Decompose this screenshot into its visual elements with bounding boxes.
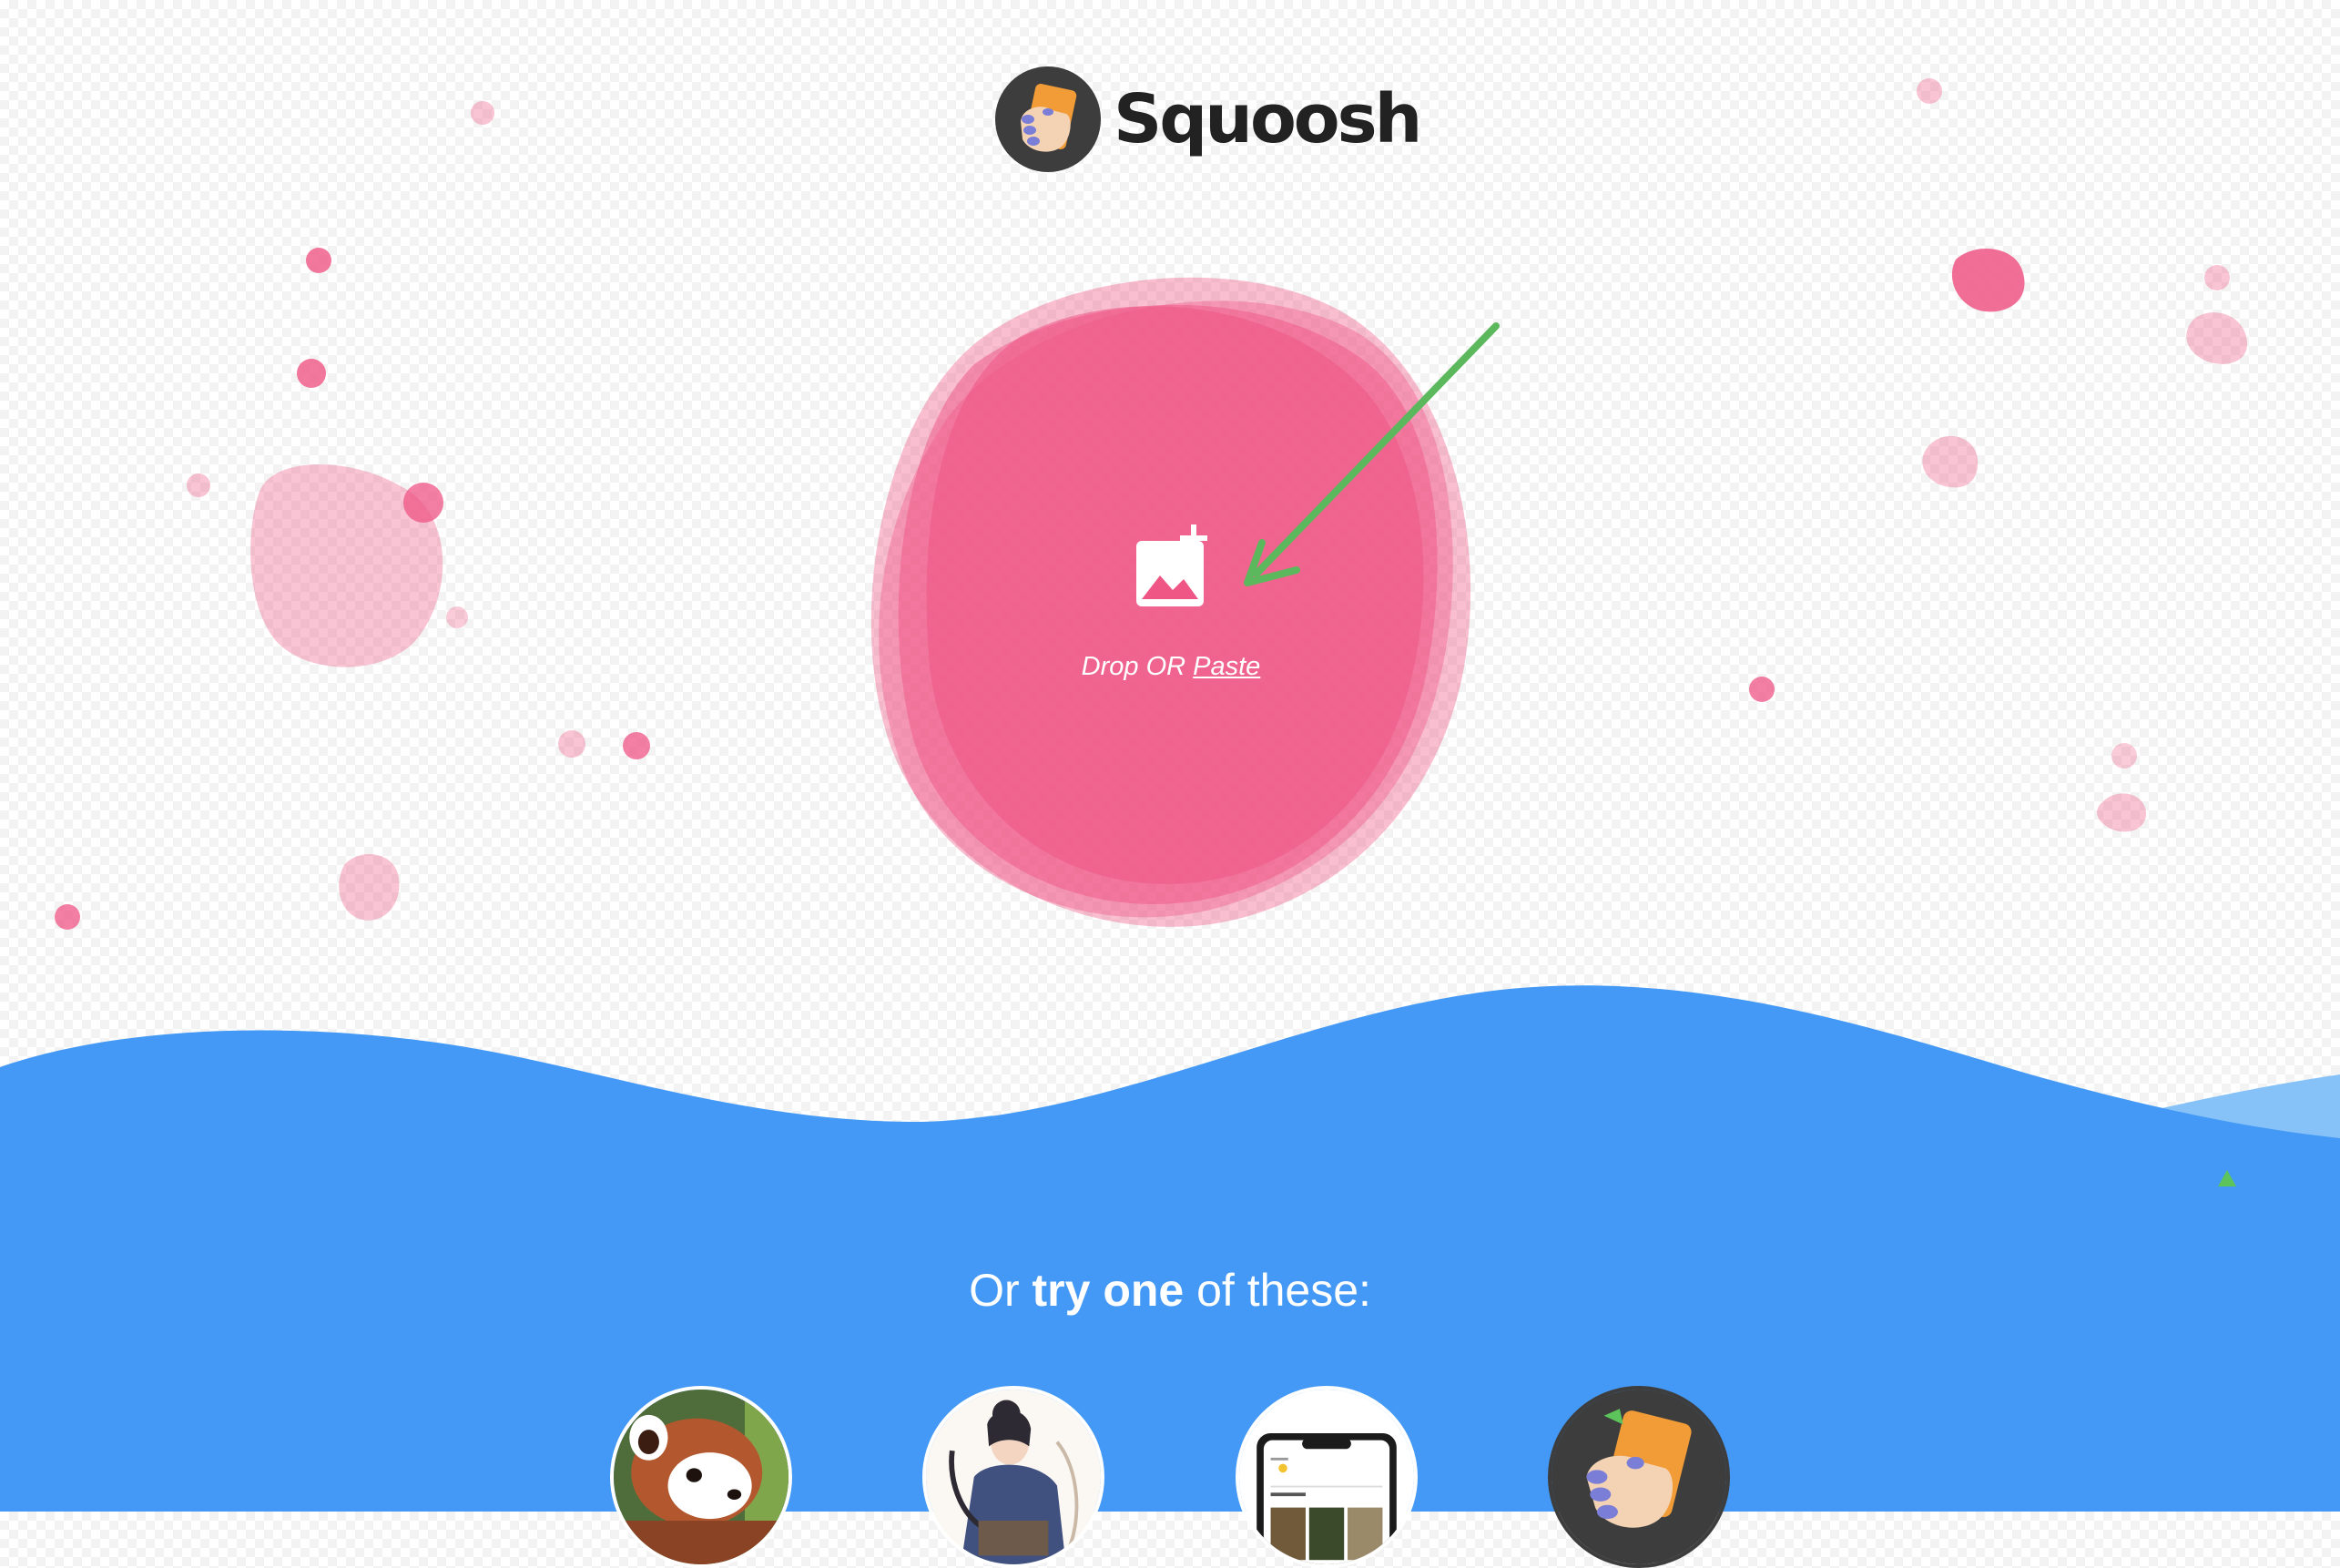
red-panda-photo-icon	[614, 1390, 788, 1564]
demo-squoosh-logo[interactable]	[1548, 1386, 1730, 1568]
demo-red-panda[interactable]	[610, 1386, 792, 1568]
artwork-illustration-icon	[926, 1390, 1101, 1564]
demo-heading-pre: Or	[969, 1265, 1033, 1316]
demo-heading-post: of these:	[1184, 1265, 1371, 1316]
demo-heading: Or try one of these:	[0, 1264, 2340, 1317]
app-title: Squoosh	[1114, 80, 1422, 158]
drop-label: Drop OR	[1081, 652, 1194, 681]
demo-device-screen[interactable]	[1236, 1386, 1418, 1568]
squoosh-logo-icon	[995, 66, 1101, 172]
demo-heading-bold: try one	[1032, 1265, 1185, 1316]
demo-artwork[interactable]	[922, 1386, 1104, 1568]
app-header: Squoosh	[995, 66, 1422, 173]
wave-section	[0, 985, 2340, 1512]
add-image-icon[interactable]	[1131, 523, 1218, 614]
paste-link[interactable]: Paste	[1193, 652, 1260, 681]
device-screenshot-icon	[1239, 1390, 1414, 1564]
drop-instructions: Drop OR Paste	[992, 652, 1349, 682]
squoosh-logo-icon	[1552, 1390, 1726, 1564]
corner-marker-icon	[2218, 1170, 2236, 1186]
